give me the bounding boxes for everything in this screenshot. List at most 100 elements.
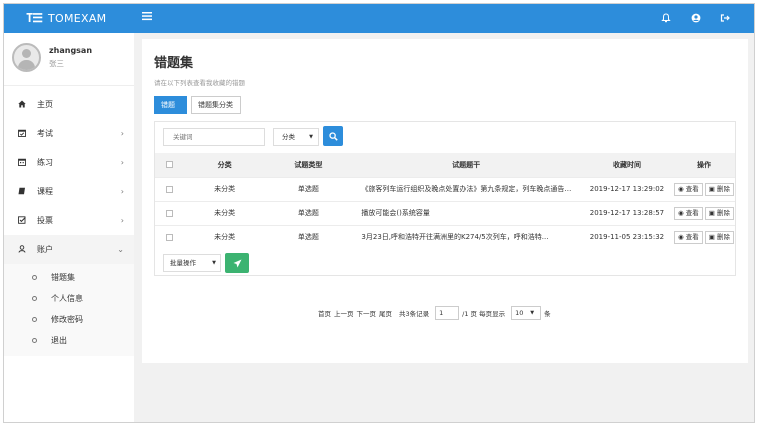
circle-icon [32,317,37,322]
row-checkbox[interactable] [155,200,184,225]
chevron-right-icon: › [120,158,124,167]
sidebar-item-label: 课程 [37,187,53,196]
account-submenu: 错题集 个人信息 修改密码 退出 [4,264,134,356]
batch-submit-button[interactable] [225,253,249,273]
submenu-item-label: 个人信息 [51,294,83,303]
tab-wrong-questions[interactable]: 错题集 [154,96,187,125]
keyword-input[interactable] [163,128,265,146]
wrong-questions-table: 分类 试题类型 试题题干 收藏时间 操作 未分类 单选题 《旅客列车运行组织及晚… [155,153,735,249]
eye-icon: ◉ [677,232,684,241]
circle-icon [32,296,37,301]
sidebar-item-label: 考试 [37,129,53,138]
chevron-down-icon: ⌄ [117,245,124,254]
logo-mark: T☰ [26,11,43,25]
search-icon [328,131,338,141]
column-header: 分类 [217,160,232,169]
sidebar-item-label: 练习 [37,158,53,167]
submenu-item-label: 错题集 [51,273,75,282]
nickname: 张三 [49,59,64,68]
sign-out-icon[interactable] [719,12,731,24]
table-row: 未分类 单选题 《旅客列车运行组织及晚点处置办法》第九条规定，列车晚点通告用..… [155,176,735,201]
user-icon [17,244,27,255]
cell-type: 单选题 [265,200,352,225]
table-row: 未分类 单选题 3月23日,呼和浩特开往满洲里的K274/5次列车，呼和浩特..… [155,224,735,249]
page-size-select[interactable]: 10 ▼ [511,306,542,320]
column-header: 试题题干 [452,160,481,169]
cell-question: 3月23日,呼和浩特开往满洲里的K274/5次列车，呼和浩特... [361,233,549,242]
sidebar-item-vote[interactable]: 投票 › [4,206,134,235]
page-title: 错题集 [154,56,194,71]
page-number-input[interactable]: 1 [435,306,460,320]
prev-page-link[interactable]: 上一页 [334,308,354,318]
view-button[interactable]: ◉ 查看 [673,230,703,244]
last-page-link[interactable]: 尾页 [379,308,392,318]
sidebar-item-exam[interactable]: 考试 › [4,119,134,148]
submenu-item-label: 退出 [51,336,67,345]
cell-category: 未分类 [183,224,266,249]
view-button[interactable]: ◉ 查看 [673,182,703,196]
delete-button[interactable]: ▣ 删除 [704,206,734,220]
cell-category: 未分类 [183,200,266,225]
cell-time: 2019-11-05 23:15:32 [580,224,673,249]
calendar-check-icon [17,129,27,139]
bell-icon[interactable] [660,12,672,24]
first-page-link[interactable]: 首页 [318,308,331,318]
top-bar: T☰ TOMEXAM [4,4,754,33]
circle-icon [32,275,37,280]
category-select[interactable]: 分类 ▼ [273,128,319,146]
chevron-right-icon: › [120,187,124,196]
cell-question: 《旅客列车运行组织及晚点处置办法》第九条规定，列车晚点通告用... [361,185,572,193]
sidebar-item-label: 主页 [37,100,53,109]
select-all-checkbox[interactable] [155,153,184,177]
submenu-item-wrong-questions[interactable]: 错题集 [4,267,134,288]
paper-plane-icon [233,259,241,267]
row-checkbox[interactable] [155,176,184,201]
caret-down-icon: ▼ [212,260,216,266]
submenu-item-profile[interactable]: 个人信息 [4,288,134,309]
cell-type: 单选题 [265,224,352,249]
sidebar: zhangsan 张三 主页 考试 › 练习 › 课程 › 投票 › 账户 ⌄ … [4,33,134,422]
caret-down-icon: ▼ [530,310,535,316]
view-button[interactable]: ◉ 查看 [673,206,703,220]
column-header: 操作 [696,160,711,169]
sidebar-item-account[interactable]: 账户 ⌄ [4,235,134,264]
cell-category: 未分类 [183,176,266,201]
tab-wrong-question-categories[interactable]: 错题集分类 [191,96,241,114]
submenu-item-change-password[interactable]: 修改密码 [4,309,134,330]
trash-icon: ▣ [708,232,715,241]
search-button[interactable] [323,126,343,146]
next-page-link[interactable]: 下一页 [357,308,377,318]
sidebar-item-label: 账户 [37,245,53,254]
eye-icon: ◉ [677,208,684,217]
batch-action-value: 批量操作 [170,259,196,267]
column-header: 收藏时间 [612,160,641,169]
sidebar-item-course[interactable]: 课程 › [4,177,134,206]
app-frame: T☰ TOMEXAM zhangsan 张三 主页 考试 › 练习 › 课程 ›… [3,3,755,423]
sidebar-item-home[interactable]: 主页 [4,90,134,119]
list-box: 分类 ▼ 分类 试题类型 试题题干 收藏时间 操作 [154,121,736,276]
cell-time: 2019-12-17 13:28:57 [580,200,673,225]
pagination: 首页 上一页 下一页 尾页 共3条记录 1 /1 页 每页显示 10 ▼ 条 [318,306,554,320]
batch-action-select[interactable]: 批量操作 ▼ [163,254,221,272]
user-circle-icon[interactable] [690,12,702,24]
cell-time: 2019-12-17 13:29:02 [580,176,673,201]
category-select-value: 分类 [282,133,295,141]
caret-down-icon: ▼ [309,134,313,140]
menu-icon[interactable] [142,11,152,23]
chevron-right-icon: › [120,216,124,225]
row-checkbox[interactable] [155,224,184,249]
column-header: 试题类型 [294,160,323,169]
avatar [12,43,41,72]
logo[interactable]: T☰ TOMEXAM [26,11,106,25]
user-profile: zhangsan 张三 [12,43,92,72]
total-records: 共3条记录 [399,310,430,318]
delete-button[interactable]: ▣ 删除 [704,230,734,244]
main-panel: 错题集 请在以下列表查看我收藏的错题 错题集 错题集分类 分类 ▼ 分类 试题类… [142,39,748,363]
calendar-icon [17,158,27,168]
submenu-item-label: 修改密码 [51,315,83,324]
page-size-unit: 条 [544,310,551,318]
delete-button[interactable]: ▣ 删除 [704,182,734,196]
submenu-item-logout[interactable]: 退出 [4,330,134,351]
sidebar-item-practice[interactable]: 练习 › [4,148,134,177]
trash-icon: ▣ [708,184,715,193]
